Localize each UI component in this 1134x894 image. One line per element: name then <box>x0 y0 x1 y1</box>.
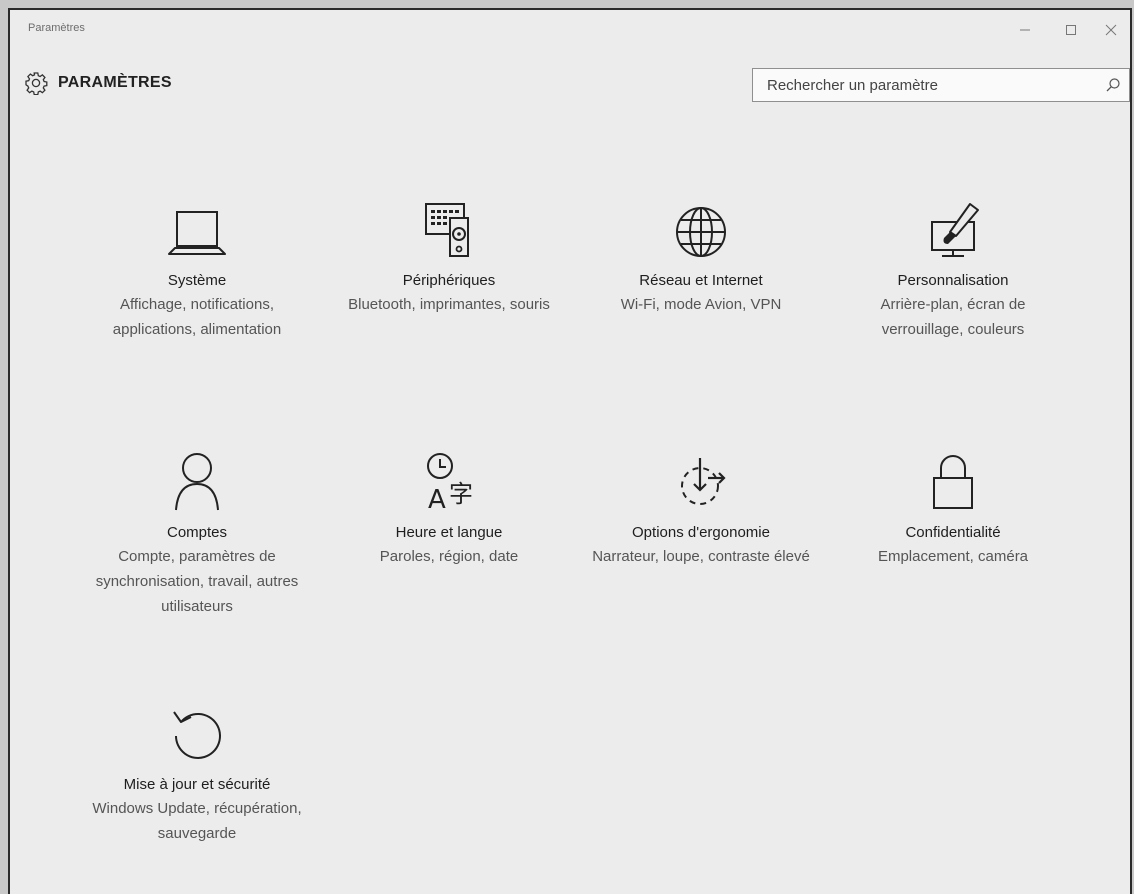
category-comptes[interactable]: Comptes Compte, paramètres de synchronis… <box>82 448 312 619</box>
category-personnalisation[interactable]: Personnalisation Arrière-plan, écran de … <box>838 196 1068 342</box>
page-title: PARAMÈTRES <box>58 74 172 91</box>
category-description: Narrateur, loupe, contraste élevé <box>592 548 810 565</box>
person-icon <box>175 453 219 511</box>
svg-text:字: 字 <box>449 480 473 508</box>
gear-icon <box>25 72 48 95</box>
category-description: Windows Update, récupération, sauvegarde <box>92 800 302 842</box>
maximize-icon <box>1066 25 1076 35</box>
category-mise-a-jour-securite[interactable]: Mise à jour et sécurité Windows Update, … <box>82 700 312 846</box>
category-name: Système <box>167 272 227 289</box>
category-name: Heure et langue <box>395 524 503 541</box>
category-heure-langue[interactable]: A 字 Heure et langue Paroles, région, dat… <box>334 448 564 569</box>
window-title: Paramètres <box>28 22 85 34</box>
category-name: Confidentialité <box>905 524 1001 541</box>
laptop-icon <box>168 211 226 255</box>
category-options-ergonomie[interactable]: Options d'ergonomie Narrateur, loupe, co… <box>586 448 816 569</box>
category-description: Arrière-plan, écran de verrouillage, cou… <box>880 296 1026 338</box>
category-description: Wi-Fi, mode Avion, VPN <box>620 296 782 313</box>
category-confidentialite[interactable]: Confidentialité Emplacement, caméra <box>838 448 1068 569</box>
time-language-icon: A 字 <box>427 453 473 512</box>
search-box[interactable] <box>752 68 1130 102</box>
category-description: Emplacement, caméra <box>877 548 1029 565</box>
paintbrush-monitor-icon <box>931 203 979 257</box>
category-name: Personnalisation <box>897 272 1009 289</box>
category-systeme[interactable]: Système Affichage, notifications, applic… <box>82 196 312 342</box>
settings-window: Paramètres PARAMÈTRES Rechercher un para… <box>8 8 1132 894</box>
globe-icon <box>676 207 726 257</box>
category-peripheriques[interactable]: Périphériques Bluetooth, imprimantes, so… <box>334 196 564 317</box>
close-button[interactable] <box>1088 12 1134 48</box>
devices-icon <box>425 203 469 257</box>
category-name: Comptes <box>166 524 228 541</box>
category-name: Périphériques <box>402 272 496 289</box>
search-input[interactable] <box>753 69 1097 101</box>
lock-icon <box>933 455 973 509</box>
ease-of-access-icon <box>681 458 726 505</box>
category-name: Mise à jour et sécurité <box>123 776 271 793</box>
svg-text:A: A <box>428 485 446 512</box>
search-icon[interactable] <box>1105 77 1121 93</box>
update-icon <box>173 711 221 759</box>
title-bar[interactable]: Paramètres <box>10 10 1130 50</box>
category-description: Affichage, notifications, applications, … <box>112 296 282 338</box>
category-description: Bluetooth, imprimantes, souris <box>348 296 550 313</box>
minimize-icon <box>1020 29 1030 31</box>
minimize-button[interactable] <box>1002 12 1048 48</box>
category-name: Réseau et Internet <box>639 272 763 289</box>
category-name: Options d'ergonomie <box>632 524 770 541</box>
close-icon <box>1105 24 1117 36</box>
page-header: PARAMÈTRES <box>24 68 172 98</box>
category-reseau-internet[interactable]: Réseau et Internet Wi-Fi, mode Avion, VP… <box>586 196 816 317</box>
category-description: Paroles, région, date <box>379 548 519 565</box>
category-description: Compte, paramètres de synchronisation, t… <box>95 548 299 615</box>
